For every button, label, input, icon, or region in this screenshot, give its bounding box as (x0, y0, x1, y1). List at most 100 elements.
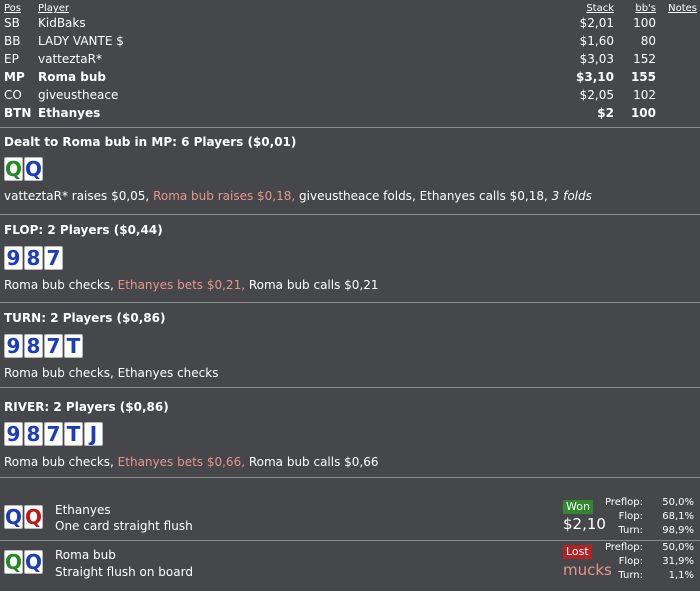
divider (0, 477, 700, 478)
playing-card: Q (4, 550, 23, 574)
header-pos[interactable]: Pos (4, 3, 21, 14)
result-amount: mucks (563, 561, 612, 579)
player-row[interactable]: BTN Ethanyes $2 100 (0, 106, 700, 124)
equity-label: Preflop: (604, 542, 643, 553)
equity-value: 1,1% (668, 570, 694, 581)
playing-card: T (64, 422, 83, 446)
playing-card: Q (24, 505, 43, 529)
board-cards: 9 8 7 T (4, 334, 83, 358)
opponent-action: Ethanyes bets $0,21, (117, 278, 246, 292)
shown-cards: Q Q (4, 550, 43, 574)
equity-label: Turn: (618, 525, 643, 536)
equity-value: 50,0% (662, 542, 694, 553)
divider (0, 387, 700, 388)
playing-card: J (84, 422, 103, 446)
preflop-actions: vatteztaR* raises $0,05, Roma bub raises… (4, 189, 592, 203)
playing-card: 8 (24, 246, 43, 270)
player-pos: EP (4, 52, 19, 66)
hero-action: Roma bub raises $0,18, (153, 189, 296, 203)
playing-card: T (64, 334, 83, 358)
player-row[interactable]: SB KidBaks $2,01 100 (0, 16, 700, 34)
flop-title: FLOP: 2 Players ($0,44) (4, 223, 163, 237)
playing-card: Q (24, 550, 43, 574)
player-name: Ethanyes (38, 106, 101, 120)
player-name: Roma bub (38, 70, 106, 84)
playing-card: 8 (24, 422, 43, 446)
playing-card: Q (24, 157, 43, 181)
playing-card: 9 (4, 246, 23, 270)
player-row[interactable]: MP Roma bub $3,10 155 (0, 70, 700, 88)
divider (0, 214, 700, 215)
action-text: vatteztaR* raises $0,05, (4, 189, 154, 203)
player-name: vatteztaR* (38, 52, 102, 66)
player-stack: $2 (597, 106, 614, 120)
equity-label: Preflop: (604, 497, 643, 508)
player-pos: CO (4, 88, 22, 102)
playing-card: 9 (4, 422, 23, 446)
equity-value: 50,0% (662, 497, 694, 508)
header-player[interactable]: Player (38, 3, 69, 14)
board-cards: 9 8 7 (4, 246, 63, 270)
equity-value: 98,9% (662, 525, 694, 536)
header-bbs[interactable]: bb's (635, 3, 656, 14)
shown-cards: Q Q (4, 505, 43, 529)
playing-card: Q (4, 157, 23, 181)
playing-card: 7 (44, 334, 63, 358)
divider (0, 540, 700, 541)
result-hand-desc: Straight flush on board (55, 565, 193, 579)
action-text: Roma bub calls $0,21 (245, 278, 379, 292)
header-stack[interactable]: Stack (586, 3, 614, 14)
player-bb: 152 (633, 52, 656, 66)
player-bb: 100 (630, 106, 656, 120)
player-stack: $2,05 (579, 88, 614, 102)
playing-card: 9 (4, 334, 23, 358)
equity-value: 31,9% (662, 556, 694, 567)
action-text: Roma bub checks, Ethanyes checks (4, 366, 219, 380)
folds-summary: 3 folds (551, 189, 592, 203)
player-bb: 80 (640, 34, 656, 48)
won-badge: Won (563, 500, 593, 514)
hole-cards: Q Q (4, 157, 43, 181)
opponent-action: Ethanyes bets $0,66, (117, 455, 246, 469)
playing-card: Q (4, 505, 23, 529)
action-text: giveustheace folds, Ethanyes calls $0,18… (295, 189, 552, 203)
header-notes[interactable]: Notes (668, 3, 697, 14)
lost-badge: Lost (563, 545, 592, 559)
river-title: RIVER: 2 Players ($0,86) (4, 400, 169, 414)
player-row[interactable]: BB LADY VANTE $ $1,60 80 (0, 34, 700, 52)
equity-value: 68,1% (662, 511, 694, 522)
result-player-name: Roma bub (55, 548, 116, 562)
player-stack: $3,03 (579, 52, 614, 66)
player-row[interactable]: CO giveustheace $2,05 102 (0, 88, 700, 106)
playing-card: 7 (44, 246, 63, 270)
turn-title: TURN: 2 Players ($0,86) (4, 311, 166, 325)
turn-actions: Roma bub checks, Ethanyes checks (4, 366, 218, 380)
player-row[interactable]: EP vatteztaR* $3,03 152 (0, 52, 700, 70)
divider (0, 302, 700, 303)
equity-label: Flop: (618, 556, 643, 567)
player-bb: 100 (633, 16, 656, 30)
divider (0, 127, 700, 128)
action-text: Roma bub calls $0,66 (245, 455, 379, 469)
player-name: LADY VANTE $ (38, 34, 124, 48)
result-player-name: Ethanyes (55, 503, 111, 517)
action-text: Roma bub checks, (4, 455, 118, 469)
result-amount: $2,10 (563, 515, 606, 533)
player-name: KidBaks (38, 16, 86, 30)
player-bb: 102 (633, 88, 656, 102)
player-pos: BB (4, 34, 21, 48)
board-cards: 9 8 7 T J (4, 422, 103, 446)
player-stack: $2,01 (579, 16, 614, 30)
player-stack: $1,60 (579, 34, 614, 48)
river-actions: Roma bub checks, Ethanyes bets $0,66, Ro… (4, 455, 379, 469)
result-hand-desc: One card straight flush (55, 519, 193, 533)
player-stack: $3,10 (576, 70, 614, 84)
player-name: giveustheace (38, 88, 119, 102)
player-pos: BTN (4, 106, 32, 120)
playing-card: 7 (44, 422, 63, 446)
equity-label: Flop: (618, 511, 643, 522)
player-pos: MP (4, 70, 25, 84)
preflop-title: Dealt to Roma bub in MP: 6 Players ($0,0… (4, 135, 297, 149)
player-bb: 155 (630, 70, 656, 84)
equity-label: Turn: (618, 570, 643, 581)
